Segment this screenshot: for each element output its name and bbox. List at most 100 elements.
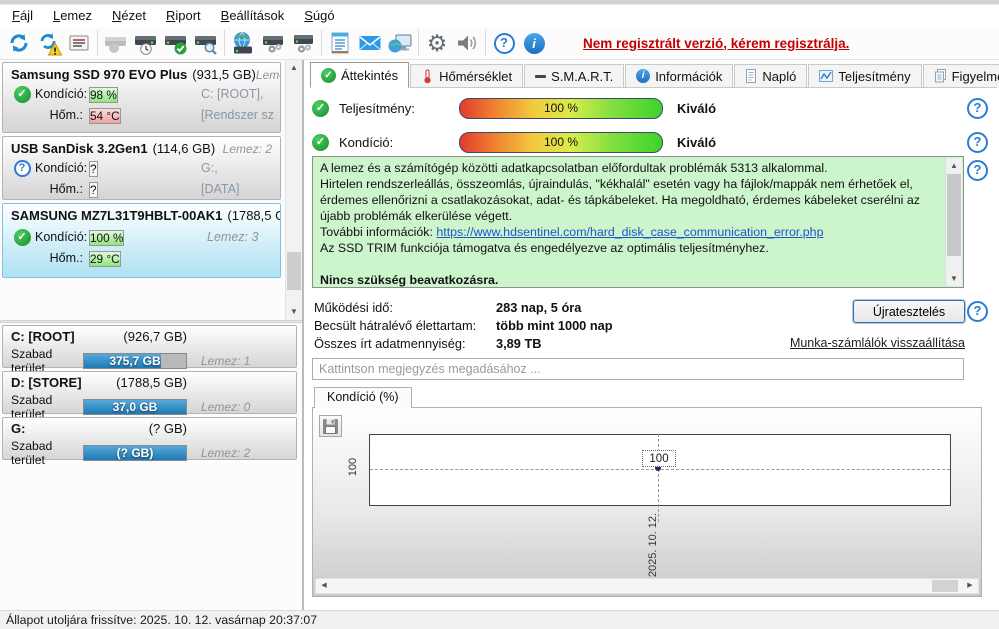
scrollbar-thumb[interactable] <box>932 580 958 592</box>
scroll-up-icon[interactable]: ▲ <box>286 60 302 76</box>
condition-bar: 98 % <box>89 86 118 103</box>
report-icon[interactable] <box>64 28 94 58</box>
message-line: érdemes ellenőrizni a csatlakozásokat, a… <box>320 193 920 207</box>
disk-hardware-icon[interactable] <box>258 28 288 58</box>
disk-list: Samsung SSD 970 EVO Plus (931,5 GB) Leme… <box>0 60 302 320</box>
free-space-bar: 37,0 GB <box>83 399 187 415</box>
scrollbar-thumb[interactable] <box>947 174 961 256</box>
free-space-bar: 375,7 GB <box>83 353 187 369</box>
menu-report[interactable]: Riport <box>156 5 211 27</box>
registration-notice-link[interactable]: Nem regisztrált verzió, kérem regisztrál… <box>583 36 849 51</box>
menu-disk[interactable]: Lemez <box>43 5 102 27</box>
app-window: Fájl Lemez Nézet Riport Beállítások Súgó <box>0 0 999 629</box>
tab-temperature[interactable]: Hőmérséklet <box>410 64 524 87</box>
retest-help-icon[interactable]: ? <box>967 301 988 322</box>
tab-smart[interactable]: S.M.A.R.T. <box>524 64 625 87</box>
sound-alerts-icon[interactable] <box>452 28 482 58</box>
condition-row: ✓ Kondíció: 100 % Kiváló <box>312 130 716 154</box>
condition-rating: Kiváló <box>677 134 717 150</box>
chart-horizontal-scrollbar[interactable]: ◀ ▶ <box>315 578 979 594</box>
performance-label: Teljesítmény: <box>339 100 415 116</box>
pages-icon <box>934 69 946 83</box>
condition-help-icon[interactable]: ? <box>967 132 988 153</box>
reset-counters-link[interactable]: Munka-számlálók visszaállítása <box>724 336 965 350</box>
tab-log[interactable]: Napló <box>734 64 808 87</box>
chart-tab-condition[interactable]: Kondíció (%) <box>314 387 412 408</box>
message-line: újabb problémák elkerülése végett. <box>320 209 513 223</box>
disk-number: Lemez: 2 <box>222 142 272 156</box>
condition-label: Kondíció: <box>35 161 88 175</box>
condition-label: Kondíció: <box>35 87 88 101</box>
partition-item-c[interactable]: C: [ROOT] (926,7 GB) Szabad terület 375,… <box>2 325 297 375</box>
retest-button[interactable]: Újratesztelés <box>853 300 965 323</box>
menu-help[interactable]: Súgó <box>294 5 344 27</box>
power-on-time-label: Működési idő: <box>314 299 393 315</box>
lifetime-value: több mint 1000 nap <box>496 317 613 333</box>
temp-label: Hőm.: <box>49 251 83 265</box>
disk-title: SAMSUNG MZ7L31T9HBLT-00AK1 <box>11 208 223 223</box>
scroll-right-icon[interactable]: ▶ <box>962 579 978 593</box>
chart-icon <box>819 70 834 82</box>
disk-test-ok-icon[interactable] <box>161 28 191 58</box>
partition-size: (1788,5 GB) <box>116 375 187 390</box>
tab-overview[interactable]: ✓ Áttekintés <box>310 62 410 88</box>
scroll-up-icon[interactable]: ▲ <box>946 158 962 173</box>
partition-size: (? GB) <box>148 421 187 436</box>
toolbar-separator <box>97 30 98 56</box>
lifetime-label: Becsült hátralévő élettartam: <box>314 317 477 333</box>
tab-performance[interactable]: Teljesítmény <box>808 64 922 87</box>
performance-help-icon[interactable]: ? <box>967 98 988 119</box>
scroll-left-icon[interactable]: ◀ <box>316 579 332 593</box>
disk-item-1[interactable]: Samsung SSD 970 EVO Plus (931,5 GB) Leme… <box>2 62 281 133</box>
partition-item-d[interactable]: D: [STORE] (1788,5 GB) Szabad terület 37… <box>2 371 297 421</box>
save-chart-button[interactable] <box>319 415 342 437</box>
settings-gear-icon[interactable]: ⚙ <box>422 28 452 58</box>
help-icon[interactable]: ? <box>489 28 519 58</box>
scroll-down-icon[interactable]: ▼ <box>286 304 302 320</box>
power-on-time-value: 283 nap, 5 óra <box>496 299 582 315</box>
more-info-link[interactable]: https://www.hdsentinel.com/hard_disk_cas… <box>436 225 823 239</box>
toolbar-separator <box>418 30 419 56</box>
disk-tools-icon[interactable] <box>288 28 318 58</box>
condition-bar: 100 % <box>89 229 125 246</box>
disk-surface-test-icon[interactable] <box>191 28 221 58</box>
refresh-icon[interactable] <box>4 28 34 58</box>
disk-volume-note: [Rendszer számár <box>201 108 274 122</box>
condition-gauge: 100 % <box>459 131 663 153</box>
menu-file[interactable]: Fájl <box>2 5 43 27</box>
toolbar-separator <box>224 30 225 56</box>
disk-number: Lemez: 3 <box>207 230 259 244</box>
quick-notes-icon[interactable] <box>325 28 355 58</box>
about-info-icon[interactable]: i <box>519 28 549 58</box>
action-needed-line: Nincs szükség beavatkozásra. <box>320 273 499 287</box>
disk-item-3-selected[interactable]: SAMSUNG MZ7L31T9HBLT-00AK1 (1788,5 GB) ✓… <box>2 203 281 278</box>
data-point-label: 100 <box>642 450 676 467</box>
menu-settings[interactable]: Beállítások <box>211 5 295 27</box>
partition-name: D: [STORE] <box>11 375 82 390</box>
disk-unknown-icon: ? <box>13 159 31 177</box>
disk-item-2[interactable]: USB SanDisk 3.2Gen1 (114,6 GB) Lemez: 2 … <box>2 136 281 200</box>
partition-item-g[interactable]: G: (? GB) Szabad terület (? GB) Lemez: 2 <box>2 417 297 467</box>
remote-monitoring-icon[interactable] <box>385 28 415 58</box>
disk-list-scrollbar[interactable]: ▲ ▼ <box>285 60 302 320</box>
comment-input[interactable] <box>312 358 964 380</box>
temp-bar: 54 °C <box>89 107 121 124</box>
refresh-warning-icon[interactable] <box>34 28 64 58</box>
menu-view[interactable]: Nézet <box>102 5 156 27</box>
toolbar: ⚙ ? i Nem regisztrált verzió, kérem regi… <box>0 27 999 60</box>
disk-ok-icon: ✓ <box>13 228 31 246</box>
network-disks-icon[interactable] <box>228 28 258 58</box>
ok-status-icon: ✓ <box>312 133 329 151</box>
tab-warnings[interactable]: Figyelmeztetések <box>922 64 999 87</box>
toolbar-separator <box>321 30 322 56</box>
message-scrollbar[interactable]: ▲ ▼ <box>945 158 962 286</box>
disk-offline-icon[interactable] <box>101 28 131 58</box>
send-email-icon[interactable] <box>355 28 385 58</box>
scrollbar-thumb[interactable] <box>287 252 301 290</box>
scroll-down-icon[interactable]: ▼ <box>946 271 962 286</box>
disk-schedule-icon[interactable] <box>131 28 161 58</box>
tab-information[interactable]: i Információk <box>625 64 734 87</box>
free-space-bar: (? GB) <box>83 445 187 461</box>
message-help-icon[interactable]: ? <box>967 160 988 181</box>
partition-size: (926,7 GB) <box>123 329 187 344</box>
